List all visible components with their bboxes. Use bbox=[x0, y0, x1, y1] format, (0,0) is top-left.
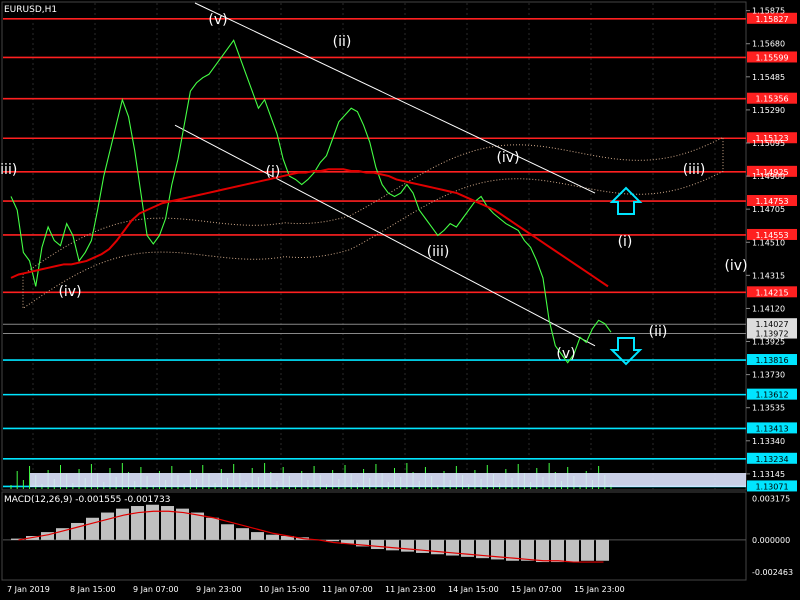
macd-histogram-bar bbox=[521, 539, 534, 561]
macd-histogram-bar bbox=[206, 517, 219, 540]
y-tick-label: 1.15875 bbox=[752, 7, 785, 16]
macd-histogram-bar bbox=[581, 539, 594, 561]
wave-label: (ii) bbox=[649, 324, 668, 340]
resistance-level-value: 1.15827 bbox=[755, 15, 788, 24]
x-tick-label: 15 Jan 07:00 bbox=[511, 585, 562, 594]
macd-histogram-bar bbox=[236, 528, 249, 540]
macd-histogram-bar bbox=[86, 517, 99, 540]
macd-histogram-bar bbox=[116, 508, 129, 540]
wave-label: (v) bbox=[208, 12, 227, 28]
macd-histogram-bar bbox=[131, 506, 144, 540]
support-level-value: 1.13071 bbox=[755, 482, 788, 491]
x-tick-label: 7 Jan 2019 bbox=[7, 585, 50, 594]
macd-y-tick-label: -0.002463 bbox=[752, 568, 793, 577]
macd-y-tick-label: 0.003175 bbox=[752, 495, 790, 504]
resistance-level-value: 1.15356 bbox=[755, 95, 788, 104]
wave-label: (iv) bbox=[724, 258, 747, 274]
y-tick-label: 1.13535 bbox=[752, 404, 785, 413]
time-strip bbox=[30, 473, 746, 487]
y-tick-label: 1.13145 bbox=[752, 470, 785, 479]
wave-label: (v) bbox=[556, 346, 575, 362]
wave-label: (iv) bbox=[58, 284, 81, 300]
wave-label: (iv) bbox=[496, 150, 519, 166]
resistance-level-value: 1.15599 bbox=[755, 53, 788, 62]
resistance-level-value: 1.14215 bbox=[755, 288, 788, 297]
y-tick-label: 1.15095 bbox=[752, 139, 785, 148]
macd-histogram-bar bbox=[101, 512, 114, 540]
support-level-value: 1.13612 bbox=[755, 391, 788, 400]
wave-label: (i) bbox=[266, 164, 281, 180]
macd-histogram-bar bbox=[191, 512, 204, 540]
y-tick-label: 1.14315 bbox=[752, 271, 785, 280]
macd-y-tick-label: 0.000000 bbox=[752, 536, 790, 545]
x-tick-label: 9 Jan 23:00 bbox=[196, 585, 242, 594]
y-tick-label: 1.14510 bbox=[752, 238, 785, 247]
x-tick-label: 8 Jan 15:00 bbox=[70, 585, 116, 594]
y-tick-label: 1.15680 bbox=[752, 40, 785, 49]
y-tick-label: 1.14900 bbox=[752, 172, 785, 181]
support-level-value: 1.13816 bbox=[755, 356, 788, 365]
y-tick-label: 1.14705 bbox=[752, 205, 785, 214]
support-level-value: 1.13234 bbox=[755, 455, 788, 464]
y-tick-label: 1.13340 bbox=[752, 437, 785, 446]
y-tick-label: 1.15290 bbox=[752, 106, 785, 115]
wave-label: (iii) bbox=[427, 244, 450, 260]
price-axis: 1.15875 1.15680 1.15485 1.15290 1.15095 1.149… bbox=[746, 7, 785, 479]
x-tick-label: 11 Jan 23:00 bbox=[385, 585, 436, 594]
macd-histogram-bar bbox=[221, 524, 234, 540]
x-tick-label: 11 Jan 07:00 bbox=[322, 585, 373, 594]
macd-histogram-bar bbox=[386, 539, 399, 551]
macd-label: MACD(12,26,9) -0.001555 -0.001733 bbox=[4, 495, 170, 505]
y-tick-label: 1.13730 bbox=[752, 371, 785, 380]
y-tick-label: 1.15485 bbox=[752, 73, 785, 82]
x-tick-label: 14 Jan 15:00 bbox=[448, 585, 499, 594]
macd-histogram-bar bbox=[596, 539, 609, 561]
y-tick-label: 1.13925 bbox=[752, 338, 785, 347]
y-tick-label: 1.14120 bbox=[752, 304, 785, 313]
wave-label: (iii) bbox=[0, 162, 17, 178]
x-tick-label: 9 Jan 07:00 bbox=[133, 585, 179, 594]
macd-histogram-bar bbox=[266, 534, 279, 540]
chart-canvas: 1.158271.155991.153561.151231.149251.147… bbox=[0, 0, 800, 600]
macd-histogram-bar bbox=[551, 539, 564, 563]
x-tick-label: 15 Jan 23:00 bbox=[574, 585, 625, 594]
time-strip-background bbox=[30, 473, 746, 487]
support-level-value: 1.13413 bbox=[755, 424, 788, 433]
macd-histogram-bar bbox=[251, 532, 264, 540]
symbol-title: EURUSD,H1 bbox=[4, 5, 57, 15]
wave-label: (iii) bbox=[683, 162, 706, 178]
wave-label: (i) bbox=[618, 234, 633, 250]
x-tick-label: 10 Jan 15:00 bbox=[259, 585, 310, 594]
macd-histogram-bar bbox=[566, 539, 579, 563]
wave-label: (ii) bbox=[333, 34, 352, 50]
macd-histogram-bar bbox=[146, 504, 159, 540]
macd-histogram-bar bbox=[371, 539, 384, 550]
macd-histogram-bar bbox=[536, 539, 549, 563]
